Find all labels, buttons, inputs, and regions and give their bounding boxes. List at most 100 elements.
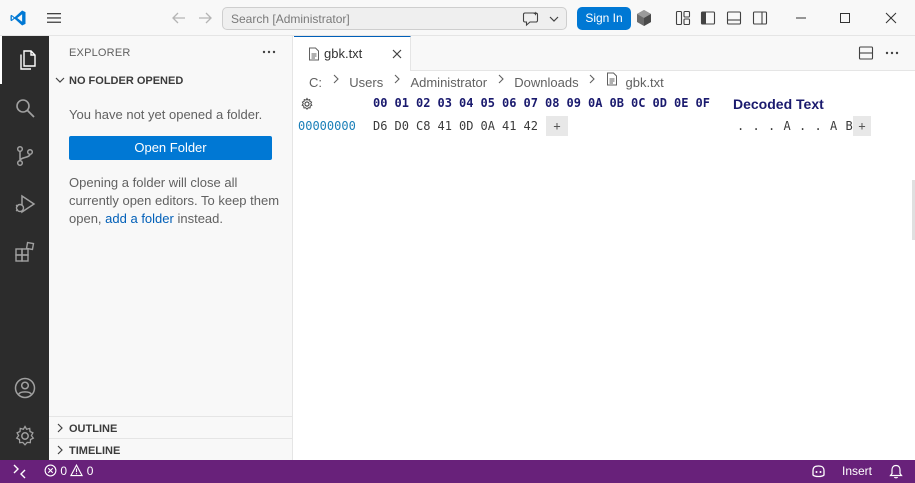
hex-byte[interactable]: C8 — [416, 119, 438, 133]
edit-mode-indicator[interactable]: Insert — [842, 464, 872, 478]
timeline-section-header[interactable]: TIMELINE — [54, 444, 120, 457]
tab-gbk-txt[interactable]: gbk.txt — [294, 36, 411, 71]
toggle-panel-icon[interactable] — [726, 10, 742, 26]
activity-manage[interactable] — [0, 412, 49, 460]
activity-extensions[interactable] — [0, 228, 49, 276]
maximize-icon[interactable] — [835, 8, 855, 28]
chevron-down-icon[interactable] — [548, 13, 560, 25]
decoded-char[interactable]: A — [784, 119, 800, 133]
title-bar: Search [Administrator] Sign In — [0, 0, 915, 36]
row-offset: 00000000 — [298, 119, 356, 133]
problems-indicator[interactable]: 0 0 — [44, 463, 94, 479]
hex-byte[interactable]: 41 — [502, 119, 524, 133]
vscode-logo-icon — [10, 10, 26, 26]
close-window-icon[interactable] — [881, 8, 901, 28]
decoded-char[interactable]: . — [768, 119, 784, 133]
breadcrumb-item[interactable]: gbk.txt — [625, 75, 663, 90]
files-icon — [20, 50, 36, 70]
account-icon — [14, 377, 36, 399]
hex-column-label: 01 — [394, 96, 409, 110]
back-arrow-icon[interactable] — [170, 9, 188, 27]
open-folder-info: Opening a folder will close all currentl… — [69, 174, 284, 228]
hex-byte[interactable]: 42 — [524, 119, 546, 133]
activity-explorer[interactable] — [0, 36, 49, 84]
hex-column-label: 00 — [373, 96, 388, 110]
copilot-icon[interactable] — [811, 464, 826, 479]
hex-byte[interactable]: 0D — [459, 119, 481, 133]
hex-column-label: 0B — [609, 96, 624, 110]
command-center-search[interactable]: Search [Administrator] — [222, 7, 567, 30]
remote-icon[interactable] — [12, 464, 27, 479]
open-folder-button[interactable]: Open Folder — [69, 136, 272, 160]
hex-column-label: 0F — [695, 96, 710, 110]
chevron-right-icon — [57, 445, 63, 455]
hex-column-label: 07 — [523, 96, 538, 110]
activity-accounts[interactable] — [0, 364, 49, 412]
hex-byte[interactable]: D6 — [373, 119, 395, 133]
close-icon[interactable] — [391, 48, 403, 60]
info-suffix: instead. — [177, 211, 224, 226]
toggle-primary-sidebar-icon[interactable] — [700, 10, 716, 26]
add-byte-button[interactable]: + — [546, 116, 568, 136]
sign-in-button[interactable]: Sign In — [577, 7, 631, 30]
chevron-right-icon — [394, 74, 400, 84]
chevron-right-icon — [57, 423, 63, 433]
hex-column-label: 09 — [566, 96, 581, 110]
error-icon — [44, 464, 57, 477]
toggle-secondary-sidebar-icon[interactable] — [752, 10, 768, 26]
split-editor-icon[interactable] — [858, 45, 874, 61]
activity-search[interactable] — [0, 84, 49, 132]
activity-source-control[interactable] — [0, 132, 49, 180]
hex-editor[interactable]: 00 01 02 03 04 05 06 07 08 09 0A 0B 0C 0D 0E 0F Decoded… — [294, 92, 915, 460]
breadcrumb-item[interactable]: Administrator — [410, 75, 487, 90]
hex-byte[interactable]: D0 — [395, 119, 417, 133]
chevron-right-icon — [498, 74, 504, 84]
search-icon — [16, 99, 35, 118]
info-text: Opening a folder will close all currentl… — [69, 175, 280, 226]
outline-section-header[interactable]: OUTLINE — [54, 422, 117, 435]
gear-icon — [15, 425, 35, 446]
hex-byte[interactable]: 0A — [481, 119, 503, 133]
explorer-sidebar: EXPLORER NO FOLDER OPENED You have not y… — [49, 36, 293, 460]
customize-layout-icon[interactable] — [675, 10, 691, 26]
breadcrumb-item[interactable]: Users — [349, 75, 383, 90]
breadcrumb-item[interactable]: C: — [309, 75, 322, 90]
no-folder-section-header[interactable]: NO FOLDER OPENED — [54, 74, 183, 87]
hex-column-label: 08 — [545, 96, 560, 110]
sidebar-title: EXPLORER — [69, 47, 131, 59]
add-folder-link[interactable]: add a folder — [105, 211, 174, 226]
timeline-title: TIMELINE — [69, 445, 121, 457]
decoded-text-header: Decoded Text — [733, 96, 824, 112]
hex-column-label: 0E — [674, 96, 689, 110]
hex-column-label: 0D — [652, 96, 667, 110]
chevron-down-icon — [55, 77, 65, 83]
breadcrumb: C: Users Administrator Downloads gbk.txt — [309, 72, 664, 92]
menu-icon[interactable] — [46, 10, 62, 26]
decoded-char[interactable]: A — [830, 119, 846, 133]
decoded-char[interactable]: . — [799, 119, 815, 133]
warning-count: 0 — [86, 464, 94, 478]
settings-gear-icon[interactable] — [300, 97, 314, 111]
decoded-char[interactable]: . — [753, 119, 769, 133]
hex-byte[interactable]: 41 — [438, 119, 460, 133]
hex-column-label: 05 — [480, 96, 495, 110]
activity-run-debug[interactable] — [0, 180, 49, 228]
file-icon — [309, 47, 319, 61]
breadcrumb-item[interactable]: Downloads — [514, 75, 578, 90]
decoded-char[interactable]: . — [737, 119, 753, 133]
more-actions-icon[interactable] — [884, 45, 900, 61]
minimize-icon[interactable] — [791, 8, 811, 28]
decoded-char-row: ...A..AB — [737, 119, 861, 133]
extensions-icon — [15, 241, 35, 262]
bell-icon[interactable] — [889, 464, 903, 479]
more-actions-icon[interactable] — [261, 44, 277, 60]
cube-icon[interactable] — [636, 9, 652, 27]
decoded-char[interactable]: . — [815, 119, 831, 133]
hex-column-label: 0C — [631, 96, 646, 110]
chat-icon[interactable] — [522, 11, 540, 27]
outline-title: OUTLINE — [69, 423, 118, 435]
chevron-right-icon — [333, 74, 339, 84]
hex-column-label: 04 — [459, 96, 474, 110]
add-char-button[interactable]: + — [853, 116, 871, 136]
forward-arrow-icon[interactable] — [196, 9, 214, 27]
